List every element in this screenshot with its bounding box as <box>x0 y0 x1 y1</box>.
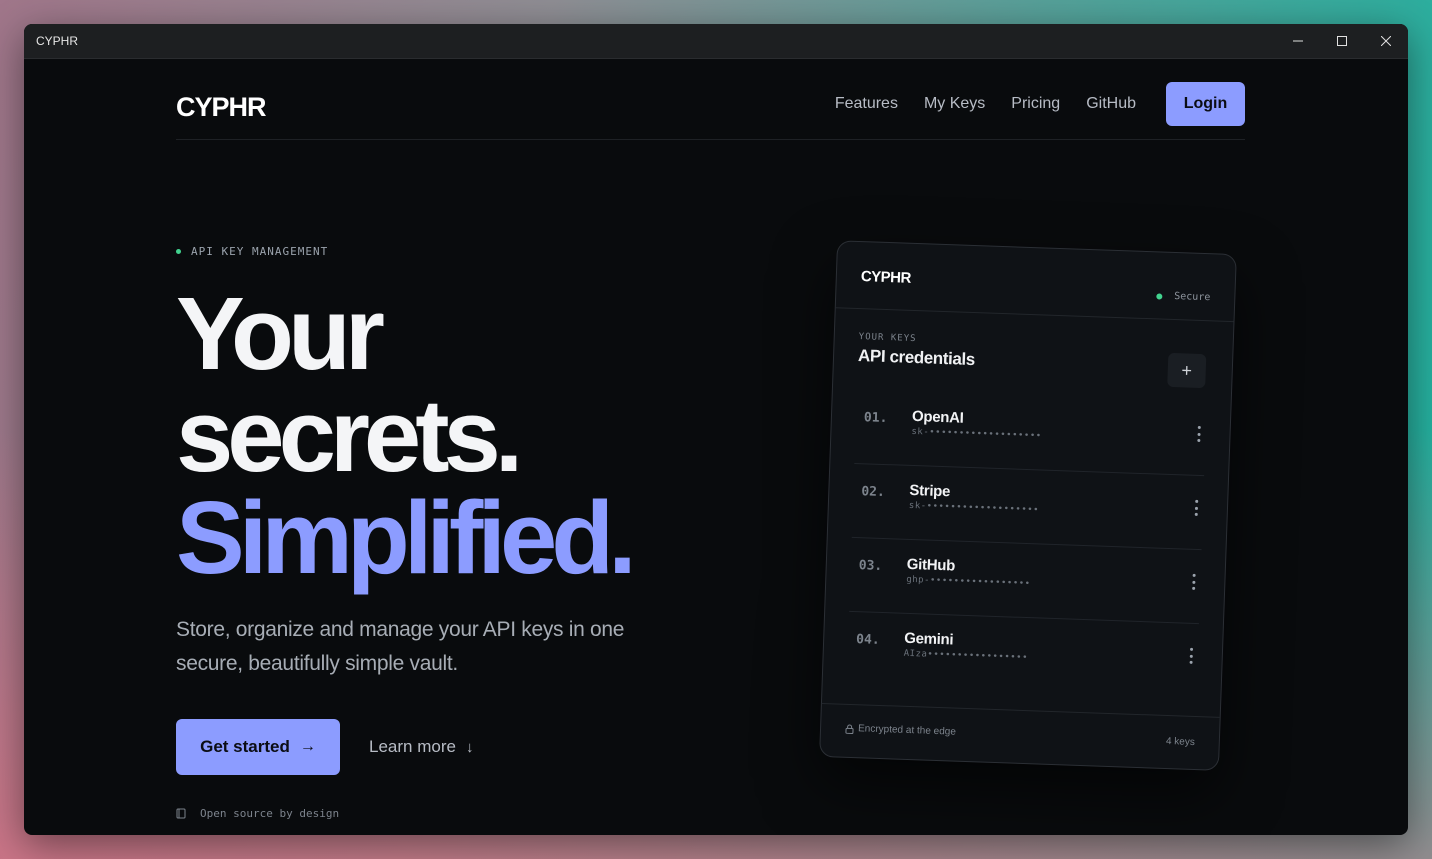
key-index: 03. <box>858 558 883 574</box>
learn-more-label: Learn more <box>369 737 456 756</box>
hero-section: API KEY MANAGEMENT Your secrets. Simplif… <box>176 245 736 820</box>
window-controls <box>1276 24 1408 58</box>
nav-link-pricing[interactable]: Pricing <box>1011 95 1060 113</box>
more-vertical-icon[interactable] <box>1183 646 1198 666</box>
brand-logo[interactable]: CYPHR <box>176 92 267 123</box>
key-list: 01. OpenAI sk-••••••••••••••••••• 02. St… <box>847 389 1207 697</box>
nav-link-github[interactable]: GitHub <box>1086 95 1136 113</box>
hero-footnote: Open source by design <box>176 807 736 820</box>
headline-line-3: Simplified. <box>176 480 637 595</box>
add-key-button[interactable]: + <box>1167 352 1207 389</box>
maximize-button[interactable] <box>1320 24 1364 58</box>
card-section-title: API credentials <box>857 346 976 370</box>
nav-link-features[interactable]: Features <box>835 95 898 113</box>
book-icon <box>176 808 186 819</box>
minimize-icon <box>1293 40 1303 42</box>
card-brand-logo: CYPHR <box>860 268 912 287</box>
nav-links: Features My Keys Pricing GitHub Login <box>835 82 1245 126</box>
get-started-label: Get started <box>200 737 290 756</box>
close-icon <box>1381 36 1391 46</box>
secure-status-label: Secure <box>1174 291 1211 304</box>
key-index: 02. <box>861 484 886 501</box>
card-section-eyebrow: YOUR KEYS <box>858 332 917 345</box>
key-name: Stripe <box>909 481 951 501</box>
key-name: OpenAI <box>911 407 964 427</box>
headline-line-1: Your <box>176 276 385 391</box>
minimize-button[interactable] <box>1276 24 1320 58</box>
key-mask: AIza••••••••••••••••• <box>903 648 1029 664</box>
more-vertical-icon[interactable] <box>1189 498 1204 518</box>
more-vertical-icon[interactable] <box>1191 424 1206 444</box>
key-row-gemini[interactable]: 04. Gemini AIza••••••••••••••••• <box>847 612 1199 697</box>
arrow-down-icon: ↓ <box>465 738 474 756</box>
key-row-github[interactable]: 03. GitHub ghp-••••••••••••••••• <box>849 537 1202 625</box>
hero-subtitle: Store, organize and manage your API keys… <box>176 618 625 675</box>
lock-icon <box>845 723 854 734</box>
status-dot-icon <box>176 249 181 254</box>
keys-card-preview: CYPHR Secure YOUR KEYS API credentials +… <box>819 240 1237 771</box>
learn-more-link[interactable]: Learn more ↓ <box>369 737 473 757</box>
card-header: CYPHR Secure <box>835 241 1236 323</box>
cta-row: Get started → Learn more ↓ <box>176 719 736 775</box>
encryption-note: Encrypted at the edge <box>845 723 956 738</box>
key-mask: sk-••••••••••••••••••• <box>908 500 1040 516</box>
key-count: 4 keys <box>1165 735 1195 748</box>
encryption-label: Encrypted at the edge <box>857 723 957 738</box>
keys-card: CYPHR Secure YOUR KEYS API credentials +… <box>819 240 1237 771</box>
maximize-icon <box>1337 36 1347 46</box>
key-index: 01. <box>863 410 888 427</box>
secure-status: Secure <box>1156 290 1211 304</box>
top-nav: CYPHR Features My Keys Pricing GitHub Lo… <box>176 82 1245 140</box>
key-row-openai[interactable]: 01. OpenAI sk-••••••••••••••••••• <box>854 389 1207 477</box>
more-vertical-icon[interactable] <box>1186 572 1201 592</box>
eyebrow-label: API KEY MANAGEMENT <box>191 245 329 258</box>
key-mask: ghp-••••••••••••••••• <box>906 574 1031 590</box>
window-title: CYPHR <box>36 34 79 48</box>
key-row-stripe[interactable]: 02. Stripe sk-••••••••••••••••••• <box>851 463 1205 551</box>
close-button[interactable] <box>1364 24 1408 58</box>
title-bar: CYPHR <box>24 24 1408 59</box>
nav-link-my-keys[interactable]: My Keys <box>924 95 985 113</box>
app-window: CYPHR CYPHR Features My Keys Pricing Git… <box>24 24 1408 835</box>
key-index: 04. <box>855 632 880 648</box>
card-footer: Encrypted at the edge 4 keys <box>820 702 1220 770</box>
key-name: Gemini <box>903 629 954 649</box>
headline-line-2: secrets. <box>176 378 523 493</box>
login-button[interactable]: Login <box>1166 82 1245 126</box>
hero-headline: Your secrets. Simplified. <box>176 276 736 595</box>
plus-icon: + <box>1181 359 1193 381</box>
key-name: GitHub <box>906 555 956 575</box>
page-content: CYPHR Features My Keys Pricing GitHub Lo… <box>24 59 1408 835</box>
hero-eyebrow: API KEY MANAGEMENT <box>176 245 736 258</box>
get-started-button[interactable]: Get started → <box>176 719 340 775</box>
status-dot-icon <box>1156 292 1163 300</box>
key-mask: sk-••••••••••••••••••• <box>911 426 1042 442</box>
footnote-label: Open source by design <box>200 807 340 820</box>
arrow-right-icon: → <box>299 738 316 755</box>
